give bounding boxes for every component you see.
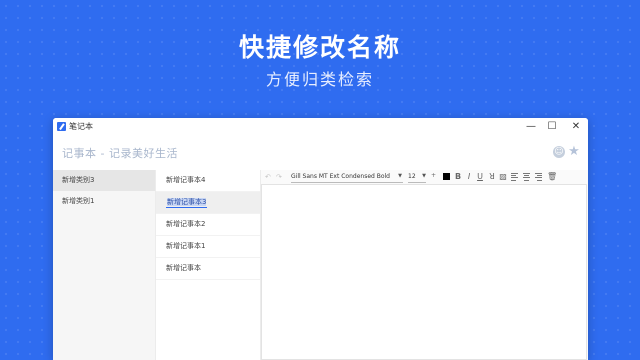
font-size-select[interactable]: 12 ▼ <box>408 171 426 183</box>
minimize-button[interactable]: — <box>520 119 542 135</box>
category-item[interactable]: 新增类别1 <box>53 191 155 212</box>
note-item[interactable]: 新增记事本2 <box>156 214 260 236</box>
note-item[interactable]: 新增记事本4 <box>156 170 260 192</box>
maximize-button[interactable]: ☐ <box>541 119 563 135</box>
category-item[interactable]: 新增类别3 <box>53 170 155 191</box>
font-grow-icon[interactable]: + <box>431 171 436 181</box>
app-name: 笔记本 <box>69 122 93 131</box>
close-button[interactable]: ✕ <box>565 119 587 135</box>
note-item[interactable]: 新增记事本1 <box>156 236 260 258</box>
align-left-icon[interactable] <box>511 173 518 181</box>
align-right-icon[interactable] <box>535 173 542 181</box>
app-header: 记事本 - 记录美好生活 ☺ ★ <box>53 136 588 170</box>
note-item-editing[interactable]: 新增记事本3 <box>156 192 260 214</box>
bold-button[interactable]: B <box>454 172 462 181</box>
strikethrough-icon[interactable]: ꓤ <box>488 172 496 181</box>
align-center-icon[interactable] <box>523 173 530 181</box>
note-item[interactable]: 新增记事本 <box>156 258 260 280</box>
category-list: 新增类别3 新增类别1 <box>53 170 156 360</box>
editor-area: ↶ ↷ Gill Sans MT Ext Condensed Bold ▼ 12… <box>261 170 588 360</box>
font-family-value: Gill Sans MT Ext Condensed Bold <box>291 173 390 180</box>
chevron-down-icon: ▼ <box>422 173 426 179</box>
editor-toolbar: ↶ ↷ Gill Sans MT Ext Condensed Bold ▼ 12… <box>261 170 588 184</box>
smile-icon[interactable]: ☺ <box>553 146 565 158</box>
notebook-icon <box>57 122 66 131</box>
image-icon[interactable]: ▨ <box>499 172 507 181</box>
banner-subtitle: 方便归类检索 <box>265 70 374 89</box>
star-icon[interactable]: ★ <box>568 145 580 158</box>
header-title: 记事本 - 记录美好生活 <box>62 147 178 160</box>
app-window: 笔记本 — ☐ ✕ 记事本 - 记录美好生活 ☺ ★ 新增类别3 新增类别1 新… <box>53 118 588 360</box>
chevron-down-icon: ▼ <box>398 173 402 179</box>
editor-content[interactable] <box>261 184 587 360</box>
note-rename-input[interactable]: 新增记事本3 <box>166 197 208 208</box>
note-list: 新增记事本4 新增记事本3 新增记事本2 新增记事本1 新增记事本 <box>156 170 261 360</box>
note-rename-value: 新增记事本3 <box>167 198 207 206</box>
undo-icon[interactable]: ↶ <box>265 172 271 182</box>
font-family-select[interactable]: Gill Sans MT Ext Condensed Bold ▼ <box>291 171 403 183</box>
title-bar: 笔记本 — ☐ ✕ <box>53 118 588 136</box>
banner-title: 快捷修改名称 <box>238 33 401 62</box>
redo-icon[interactable]: ↷ <box>276 172 282 182</box>
italic-button[interactable]: I <box>465 172 473 181</box>
text-color-swatch[interactable] <box>443 173 450 180</box>
trash-icon[interactable]: 🗑 <box>547 172 557 181</box>
underline-button[interactable]: U <box>476 172 484 181</box>
font-size-value: 12 <box>408 173 416 180</box>
